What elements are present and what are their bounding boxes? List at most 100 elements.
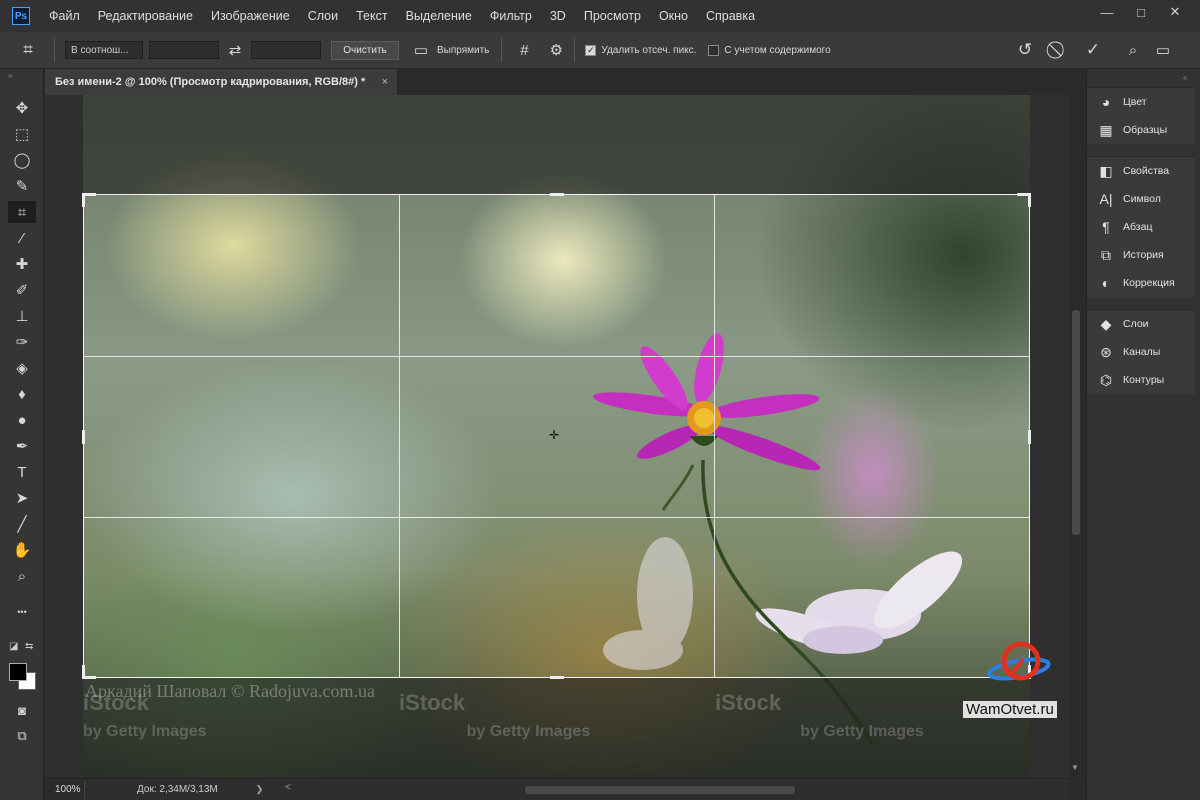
reset-icon[interactable]: ↺ [1014,40,1036,60]
crop-handle-bottom-left[interactable] [82,665,85,679]
close-window-button[interactable]: ✕ [1158,2,1192,22]
toolbar-collapse-icon[interactable]: » [8,71,12,80]
crop-handle-top[interactable] [550,193,564,196]
swap-dimensions-icon[interactable]: ⇄ [222,41,248,59]
panel-tab-channels[interactable]: ⊛ Каналы [1087,338,1195,366]
pen-icon[interactable]: ✒ [8,435,36,457]
crop-handle-left[interactable] [82,430,85,444]
zoom-icon[interactable]: ⌕ [8,565,36,587]
search-icon[interactable]: ⌕ [1124,41,1142,59]
line-icon[interactable]: ╱ [8,513,36,535]
dock-collapse-icon[interactable]: « [1183,73,1187,82]
vertical-scroll-thumb[interactable] [1072,310,1080,535]
document-canvas[interactable]: Аркадий Шаповал © Radojuva.com.ua iStock… [45,95,1069,778]
crop-handle-bottom[interactable] [550,676,564,679]
panel-group-layers: ◆ Слои ⊛ Каналы ⌬ Контуры [1087,309,1195,394]
panel-tab-paths[interactable]: ⌬ Контуры [1087,366,1195,394]
swap-colors-icon[interactable]: ⇆ [25,641,33,652]
checkbox-checked-icon: ✓ [585,44,597,56]
more-tools-icon[interactable]: ••• [8,601,36,623]
quick-select-icon[interactable]: ✎ [8,175,36,197]
menu-item-3[interactable]: Слои [299,0,347,32]
close-tab-icon[interactable]: × [382,69,388,95]
separator [501,38,503,62]
document-tab[interactable]: Без имени-2 @ 100% (Просмотр кадрировани… [45,69,397,95]
brush-icon[interactable]: ✐ [8,279,36,301]
panel-label: Абзац [1123,221,1153,233]
eraser-icon[interactable]: ◈ [8,357,36,379]
hand-icon[interactable]: ✋ [8,539,36,561]
menu-item-1[interactable]: Редактирование [89,0,202,32]
default-colors-icon[interactable]: ◪ [9,641,18,652]
healing-icon[interactable]: ✚ [8,253,36,275]
stamp-icon[interactable]: ⊥ [8,305,36,327]
menu-item-5[interactable]: Выделение [397,0,481,32]
ratio-dropdown[interactable]: В соотнош... [65,41,143,59]
watermark-sub-1: by Getty Images [83,723,207,740]
window-controls: — □ ✕ [1090,2,1192,22]
panel-tab-swatches[interactable]: ▦ Образцы [1087,116,1195,144]
status-menu-arrow-icon[interactable]: ❯ [256,784,264,795]
menu-item-9[interactable]: Окно [650,0,697,32]
crop-handle-top-left[interactable] [82,193,85,207]
settings-gear-icon[interactable]: ⚙ [544,41,568,59]
photoshop-window: Ps Файл Редактирование Изображение Слои Текс… [0,0,1200,800]
cancel-crop-icon[interactable]: ⃠ [1048,40,1070,60]
panel-tab-paragraph[interactable]: ¶ Абзац [1087,213,1195,241]
panel-tab-adjustments[interactable]: ◐ Коррекция [1087,269,1195,297]
swatches-icon: ▦ [1099,121,1113,138]
vertical-scrollbar[interactable]: ▼ [1069,95,1085,778]
eyedropper-icon[interactable]: ⁄ [8,227,36,249]
straighten-button[interactable]: Выпрямить [437,45,489,56]
foreground-color-swatch[interactable] [9,663,27,681]
horizontal-scroll-thumb[interactable] [525,786,795,794]
character-icon: A| [1099,191,1113,207]
panel-tab-properties[interactable]: ◧ Свойства [1087,157,1195,185]
menu-item-6[interactable]: Фильтр [481,0,541,32]
menu-item-10[interactable]: Справка [697,0,764,32]
menu-item-2[interactable]: Изображение [202,0,299,32]
screen-mode-icon[interactable]: ⧉ [8,725,36,747]
path-select-icon[interactable]: ➤ [8,487,36,509]
panel-tab-color[interactable]: ◕ Цвет [1087,88,1195,116]
lasso-icon[interactable]: ◯ [8,149,36,171]
delete-cropped-checkbox[interactable]: ✓ Удалить отсеч. пикс. [585,44,696,56]
menu-item-4[interactable]: Текст [347,0,396,32]
maximize-button[interactable]: □ [1124,2,1158,22]
content-aware-label: С учетом содержимого [724,44,831,56]
menu-item-8[interactable]: Просмотр [575,0,650,32]
panel-tab-layers[interactable]: ◆ Слои [1087,310,1195,338]
crop-grid-line [714,195,715,677]
color-icon: ◕ [1101,94,1111,110]
panel-tab-character[interactable]: A| Символ [1087,185,1195,213]
minimize-button[interactable]: — [1090,2,1124,22]
zoom-level-field[interactable]: 100% [45,780,85,799]
history-brush-icon[interactable]: ✑ [8,331,36,353]
crop-tool-preset-icon[interactable]: ⌗ [8,40,48,60]
marquee-icon[interactable]: ⬚ [8,123,36,145]
scroll-left-arrow-icon[interactable]: < [285,782,291,793]
scroll-down-arrow-icon[interactable]: ▼ [1071,763,1079,772]
crop-width-field[interactable] [149,41,219,59]
move-icon[interactable]: ✥ [8,97,36,119]
blur-icon[interactable]: ♦ [8,383,36,405]
crop-handle-right[interactable] [1028,430,1031,444]
workspace-controls: ⌕ ▭ [1124,41,1172,60]
content-aware-checkbox[interactable]: С учетом содержимого [708,44,831,56]
menu-item-0[interactable]: Файл [40,0,89,32]
quick-mask-icon[interactable]: ◙ [8,699,36,721]
crop-height-field[interactable] [251,41,321,59]
menu-item-7[interactable]: 3D [541,0,575,32]
clear-button[interactable]: Очистить [331,40,399,60]
crop-icon[interactable]: ⌗ [8,201,36,223]
horizontal-scrollbar[interactable]: < [285,782,1055,796]
workspace-icon[interactable]: ▭ [1154,41,1172,59]
type-icon[interactable]: T [8,461,36,483]
straighten-icon[interactable]: ▭ [409,41,433,59]
panel-tab-history[interactable]: ⧉ История [1087,241,1195,269]
crop-handle-top-right[interactable] [1028,193,1031,207]
dodge-icon[interactable]: ● [8,409,36,431]
commit-crop-icon[interactable]: ✓ [1082,40,1104,60]
overlay-grid-icon[interactable]: # [512,42,536,59]
watermark-sub-3: by Getty Images [800,723,924,740]
